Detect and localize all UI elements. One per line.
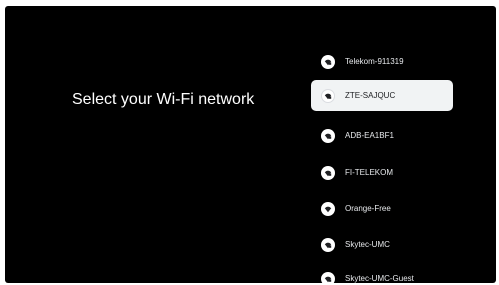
network-ssid: FI-TELEKOM [345, 168, 394, 177]
wifi-lock-icon [321, 54, 335, 69]
network-ssid: Skytec-UMC-Guest [345, 274, 414, 283]
wifi-lock-icon [321, 237, 335, 252]
wifi-lock-icon [321, 165, 335, 180]
network-item-0[interactable]: Telekom-911319 [311, 46, 453, 77]
tv-screen: Select your Wi-Fi network Telekom-911319… [5, 6, 496, 283]
network-item-5[interactable]: Skytec-UMC [311, 229, 453, 260]
network-ssid: Orange-Free [345, 204, 391, 213]
page-title: Select your Wi-Fi network [72, 91, 255, 108]
network-ssid: ADB-EA1BF1 [345, 131, 394, 140]
wifi-icon [321, 201, 335, 216]
network-item-6[interactable]: Skytec-UMC-Guest [311, 263, 453, 283]
network-item-2[interactable]: ADB-EA1BF1 [311, 120, 453, 151]
wifi-lock-icon [321, 128, 335, 143]
network-ssid: Telekom-911319 [345, 57, 404, 66]
network-item-4[interactable]: Orange-Free [311, 193, 453, 224]
network-item-3[interactable]: FI-TELEKOM [311, 157, 453, 188]
network-ssid: Skytec-UMC [345, 240, 390, 249]
network-ssid: ZTE-SAJQUC [345, 91, 396, 100]
wifi-lock-icon [321, 271, 335, 283]
network-item-1[interactable]: ZTE-SAJQUC [311, 80, 453, 111]
wifi-lock-icon [321, 88, 335, 103]
